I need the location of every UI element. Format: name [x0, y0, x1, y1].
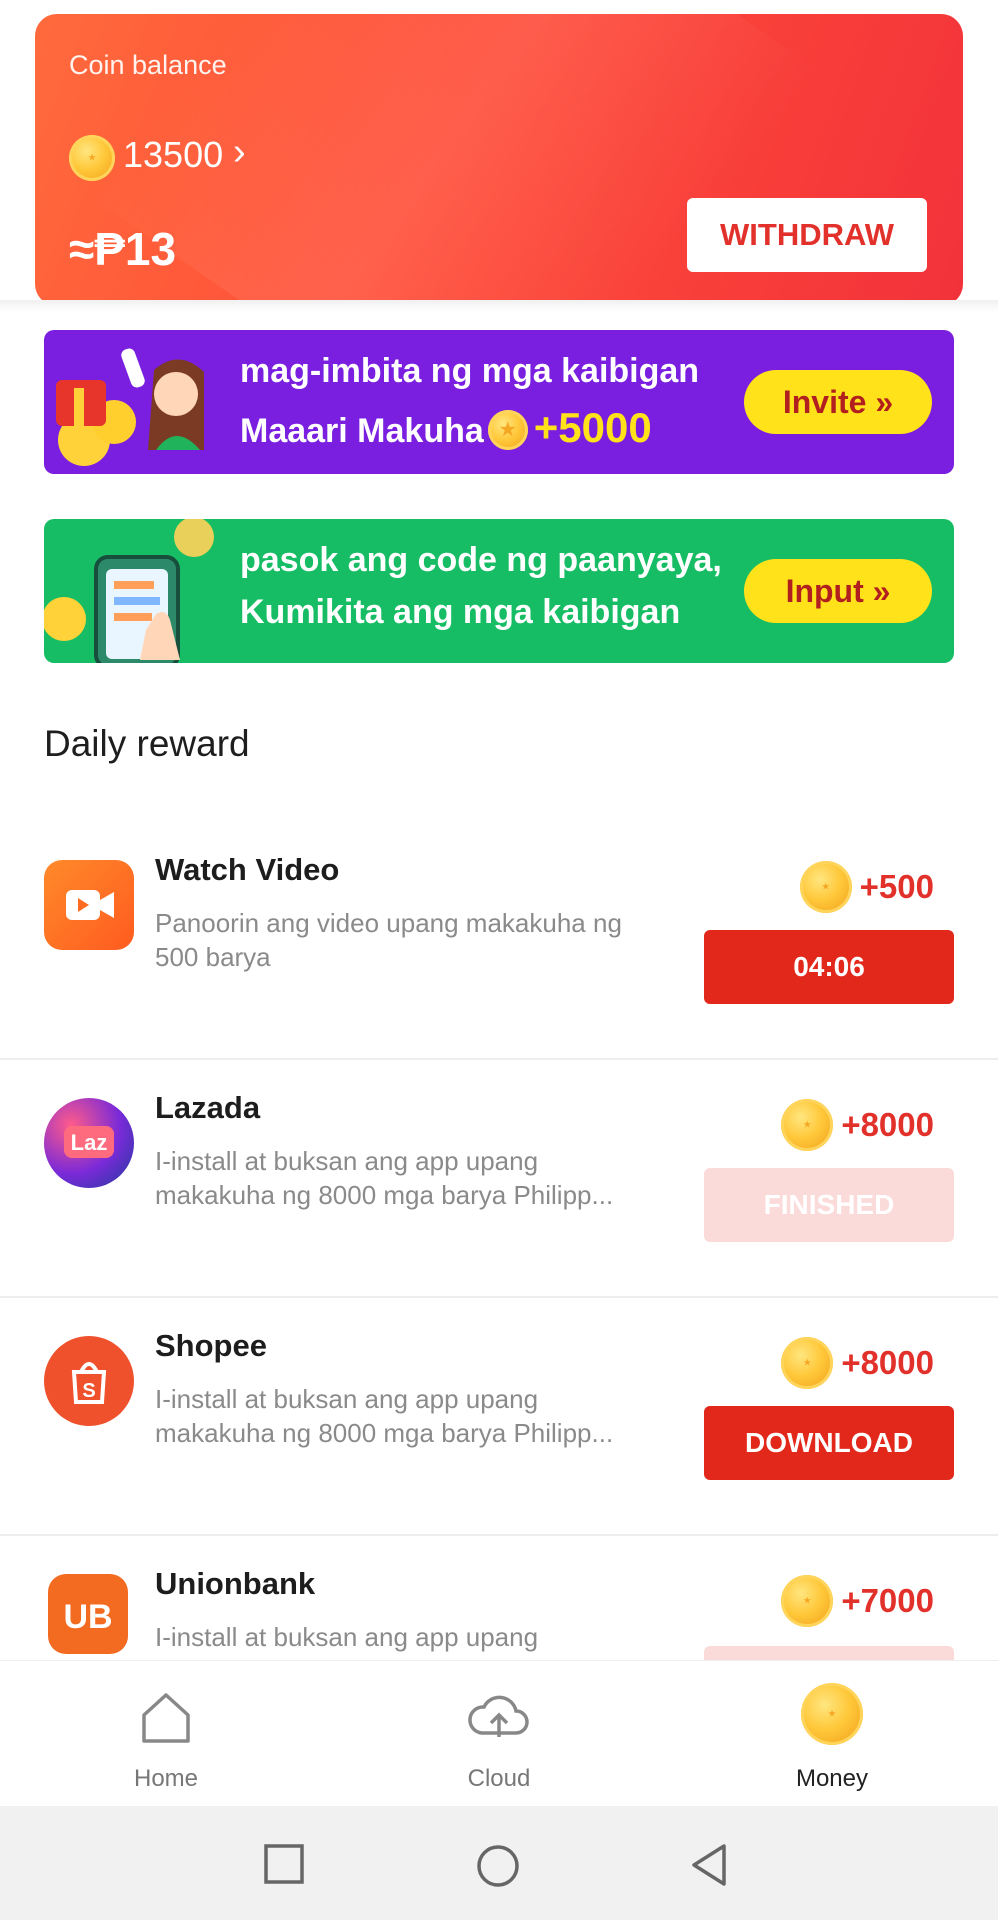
bottom-navigation: Home Cloud Money — [0, 1660, 998, 1807]
input-code-button[interactable]: Input » — [744, 559, 932, 623]
invite-line-1: mag-imbita ng mga kaibigan — [240, 352, 700, 390]
task-name: Lazada — [155, 1090, 261, 1125]
cloud-upload-icon — [468, 1695, 529, 1737]
svg-text:UB: UB — [63, 1598, 112, 1636]
task-name: Watch Video — [155, 852, 340, 887]
home-icon — [142, 1693, 190, 1743]
task-name: Unionbank — [155, 1566, 316, 1601]
invite-get-text: Maaari Makuha — [240, 412, 484, 450]
task-watch-video: Watch Video Panoorin ang video upang mak… — [0, 820, 998, 1060]
unionbank-action-button[interactable] — [704, 1646, 954, 1660]
task-description: I-install at buksan ang app upang makaku… — [155, 1384, 614, 1448]
invite-friends-banner[interactable]: mag-imbita ng mga kaibigan Maaari Makuha… — [44, 330, 954, 474]
daily-reward-title: Daily reward — [44, 723, 250, 764]
peso-equivalent: ≈₱13 — [69, 223, 177, 275]
coin-icon — [781, 1099, 834, 1151]
coin-icon — [801, 1683, 863, 1745]
svg-text:S: S — [82, 1380, 95, 1402]
unionbank-logo-icon: UB — [48, 1574, 128, 1654]
task-shopee: S Shopee I-install at buksan ang app upa… — [0, 1296, 998, 1536]
reward-amount: +8000 — [841, 1106, 934, 1143]
lazada-logo-icon: Laz — [44, 1098, 134, 1188]
coin-balance-card: Coin balance 13500 › ≈₱13 WITHDRAW — [35, 14, 963, 306]
task-reward: +8000 — [781, 1336, 934, 1390]
task-description: I-install at buksan ang app upang makaku… — [155, 1146, 614, 1210]
task-lazada: Laz Lazada I-install at buksan ang app u… — [0, 1058, 998, 1298]
nav-cloud-label: Cloud — [467, 1765, 531, 1792]
invite-line-2: Maaari Makuha +5000 — [240, 404, 652, 452]
coin-icon — [781, 1337, 834, 1389]
reward-amount: +7000 — [841, 1582, 934, 1619]
nav-home-label: Home — [133, 1765, 199, 1792]
coin-balance-label: Coin balance — [69, 50, 227, 80]
task-unionbank: UB Unionbank I-install at buksan ang app… — [0, 1534, 998, 1660]
withdraw-button[interactable]: WITHDRAW — [687, 198, 927, 272]
nav-money-label: Money — [795, 1765, 869, 1792]
invite-illustration-icon — [56, 348, 204, 466]
invite-button[interactable]: Invite » — [744, 370, 932, 434]
task-reward: +7000 — [781, 1574, 934, 1628]
task-reward: +8000 — [781, 1098, 934, 1152]
home-circle-icon[interactable] — [474, 1842, 522, 1890]
back-triangle-icon[interactable] — [688, 1842, 732, 1888]
invite-code-banner[interactable]: pasok ang code ng paanyaya, Kumikita ang… — [44, 519, 954, 663]
coin-icon — [487, 410, 528, 450]
task-reward: +500 — [799, 860, 934, 914]
video-icon — [44, 860, 134, 950]
nav-money[interactable]: Money — [732, 1661, 932, 1807]
task-name: Shopee — [155, 1328, 267, 1363]
recent-apps-icon[interactable] — [262, 1842, 306, 1886]
coin-icon — [799, 861, 852, 913]
card-shadow — [0, 300, 998, 312]
coin-icon — [781, 1575, 834, 1627]
phone-tap-illustration-icon — [44, 519, 214, 663]
reward-amount: +8000 — [841, 1344, 934, 1381]
svg-text:Laz: Laz — [71, 1130, 108, 1155]
code-line-1: pasok ang code ng paanyaya, — [240, 541, 722, 579]
shopee-download-button[interactable]: DOWNLOAD — [704, 1406, 954, 1480]
code-line-2: Kumikita ang mga kaibigan — [240, 593, 681, 631]
task-description: I-install at buksan ang app upang — [155, 1622, 539, 1652]
nav-cloud[interactable]: Cloud — [399, 1661, 599, 1807]
watch-video-timer-button[interactable]: 04:06 — [704, 930, 954, 1004]
invite-bonus: +5000 — [533, 404, 652, 451]
lazada-finished-button: FINISHED — [704, 1168, 954, 1242]
reward-amount: +500 — [859, 868, 934, 905]
coin-icon — [69, 135, 115, 181]
coin-balance-amount[interactable]: 13500 — [123, 134, 223, 176]
nav-home[interactable]: Home — [66, 1661, 266, 1807]
system-navigation-bar — [0, 1806, 998, 1920]
shopee-logo-icon: S — [44, 1336, 134, 1426]
task-description: Panoorin ang video upang makakuha ng 500… — [155, 908, 622, 972]
chevron-right-icon[interactable]: › — [233, 131, 246, 174]
